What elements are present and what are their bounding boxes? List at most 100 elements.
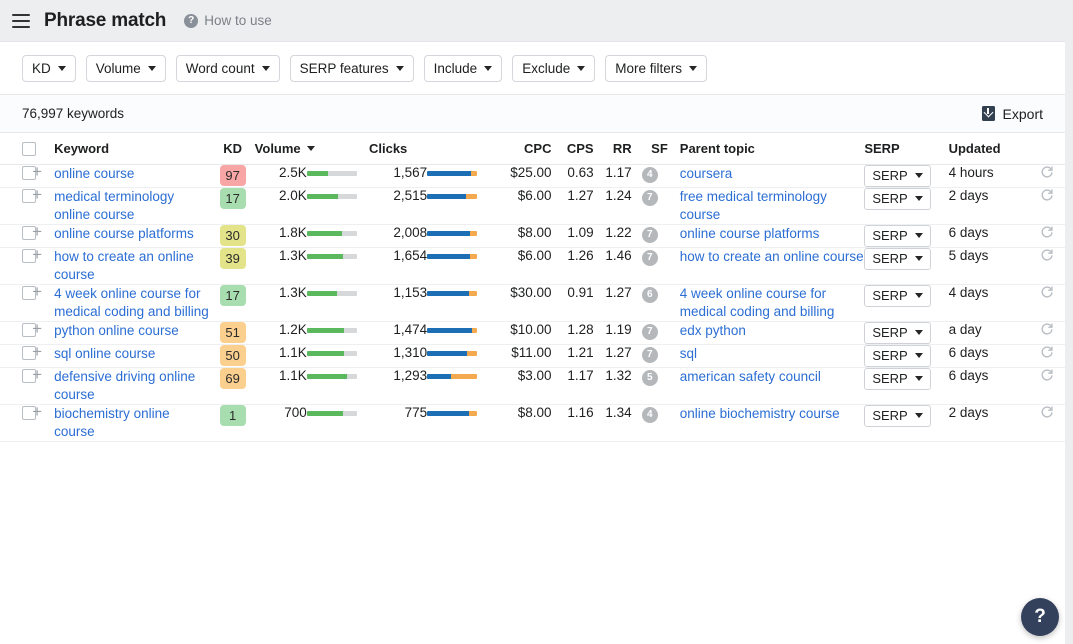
refresh-icon[interactable] <box>1040 345 1054 362</box>
table-row: + sql online course 50 1.1K 1,310 $11.00 1.21 1… <box>0 343 1065 368</box>
filter-word-count-button[interactable]: Word count <box>175 54 280 82</box>
plus-icon[interactable]: + <box>32 343 42 360</box>
clicks-cell: 1,474 <box>368 321 428 345</box>
clicks-bar <box>427 373 478 379</box>
chevron-down-icon <box>914 413 923 418</box>
parent-topic-link[interactable]: online course platforms <box>680 225 820 243</box>
updated-value: 6 days <box>948 344 989 360</box>
cps-value: 1.26 <box>567 247 594 263</box>
column-header-keyword[interactable]: Keyword <box>54 133 211 165</box>
filter-volume-button[interactable]: Volume <box>85 54 166 82</box>
refresh-icon[interactable] <box>1040 165 1054 182</box>
clicks-cell: 1,654 <box>368 247 428 285</box>
serp-dropdown-button[interactable]: SERP <box>864 404 931 427</box>
keyword-link[interactable]: how to create an online course <box>54 248 210 284</box>
column-header-kd[interactable]: KD <box>210 133 255 165</box>
refresh-icon[interactable] <box>1040 188 1054 205</box>
question-circle-icon: ? <box>184 13 199 28</box>
parent-topic-link[interactable]: 4 week online course for medical coding … <box>680 285 865 321</box>
column-header-updated[interactable]: Updated <box>948 133 1029 165</box>
volume-bar <box>306 327 357 333</box>
refresh-icon[interactable] <box>1040 248 1054 265</box>
plus-icon[interactable]: + <box>32 163 42 180</box>
parent-topic-cell: online biochemistry course <box>667 404 865 442</box>
clicks-bar-cell <box>427 164 490 188</box>
parent-topic-link[interactable]: free medical terminology course <box>680 188 865 224</box>
keyword-link[interactable]: 4 week online course for medical coding … <box>54 285 210 321</box>
rr-cell: 1.34 <box>593 404 632 442</box>
plus-icon[interactable]: + <box>32 320 42 337</box>
chevron-down-icon <box>914 330 923 335</box>
plus-icon[interactable]: + <box>32 186 42 203</box>
refresh-icon[interactable] <box>1040 405 1054 422</box>
filter-kd-label: KD <box>32 60 51 76</box>
column-header-volume[interactable]: Volume <box>254 133 315 165</box>
rr-value: 1.34 <box>605 404 632 420</box>
kd-badge: 39 <box>219 247 246 269</box>
cpc-cell: $3.00 <box>489 367 552 405</box>
updated-cell: 4 hours <box>948 164 1029 188</box>
keyword-link[interactable]: medical terminology online course <box>54 188 210 224</box>
keyword-link[interactable]: biochemistry online course <box>54 405 210 441</box>
keyword-link[interactable]: sql online course <box>54 345 155 363</box>
filter-more-filters-button[interactable]: More filters <box>605 54 707 82</box>
parent-topic-link[interactable]: coursera <box>680 165 733 183</box>
serp-dropdown-button[interactable]: SERP <box>864 344 931 367</box>
filter-serp-features-button[interactable]: SERP features <box>289 54 414 82</box>
column-header-sf[interactable]: SF <box>631 133 668 165</box>
cps-value: 1.09 <box>567 224 594 240</box>
plus-icon[interactable]: + <box>32 283 42 300</box>
export-button[interactable]: Export <box>981 106 1043 122</box>
keyword-link[interactable]: online course platforms <box>54 225 194 243</box>
cps-cell: 1.16 <box>551 404 594 442</box>
clicks-value: 1,654 <box>393 247 428 263</box>
parent-topic-link[interactable]: american safety council <box>680 368 821 386</box>
refresh-icon[interactable] <box>1040 285 1054 302</box>
cpc-value: $6.00 <box>517 247 552 263</box>
kd-cell: 17 <box>210 187 255 225</box>
plus-icon[interactable]: + <box>32 366 42 383</box>
refresh-icon[interactable] <box>1040 368 1054 385</box>
rr-value: 1.17 <box>605 164 632 180</box>
parent-topic-link[interactable]: online biochemistry course <box>680 405 840 423</box>
serp-dropdown-button[interactable]: SERP <box>864 367 931 390</box>
filter-kd-button[interactable]: KD <box>22 54 76 82</box>
serp-dropdown-button[interactable]: SERP <box>864 321 931 344</box>
parent-topic-link[interactable]: sql <box>680 345 697 363</box>
serp-dropdown-button[interactable]: SERP <box>864 247 931 270</box>
column-header-parent-topic[interactable]: Parent topic <box>667 133 865 165</box>
plus-icon[interactable]: + <box>32 246 42 263</box>
column-header-cpc[interactable]: CPC <box>489 133 552 165</box>
column-header-cps[interactable]: CPS <box>551 133 594 165</box>
refresh-icon[interactable] <box>1040 225 1054 242</box>
row-select-cell <box>0 367 36 405</box>
parent-topic-link[interactable]: edx python <box>680 322 746 340</box>
select-all-checkbox[interactable] <box>22 142 36 157</box>
serp-dropdown-button[interactable]: SERP <box>864 187 931 210</box>
refresh-cell <box>1028 247 1065 285</box>
plus-icon[interactable]: + <box>32 223 42 240</box>
hamburger-menu-icon[interactable] <box>10 10 32 32</box>
keyword-link[interactable]: defensive driving online course <box>54 368 210 404</box>
column-header-rr[interactable]: RR <box>593 133 632 165</box>
serp-dropdown-button[interactable]: SERP <box>864 284 931 307</box>
filter-include-button[interactable]: Include <box>423 54 503 82</box>
column-header-clicks[interactable]: Clicks <box>368 133 428 165</box>
table-row: + defensive driving online course 69 1.1K 1,… <box>0 366 1065 405</box>
how-to-use-link[interactable]: ? How to use <box>184 13 272 28</box>
column-header-rr-label: RR <box>612 140 632 156</box>
filter-exclude-button[interactable]: Exclude <box>512 54 596 82</box>
plus-icon[interactable]: + <box>32 403 42 420</box>
keyword-link[interactable]: python online course <box>54 322 179 340</box>
help-fab-button[interactable]: ? <box>1021 598 1059 636</box>
keyword-cell: sql online course <box>54 344 211 368</box>
kd-cell: 97 <box>210 164 255 188</box>
updated-cell: 6 days <box>948 224 1029 248</box>
row-select-cell <box>0 224 36 248</box>
parent-topic-link[interactable]: how to create an online course <box>680 248 864 266</box>
refresh-icon[interactable] <box>1040 322 1054 339</box>
serp-dropdown-button[interactable]: SERP <box>864 224 931 247</box>
keyword-link[interactable]: online course <box>54 165 134 183</box>
clicks-value: 1,293 <box>393 367 428 383</box>
serp-dropdown-button[interactable]: SERP <box>864 164 931 187</box>
